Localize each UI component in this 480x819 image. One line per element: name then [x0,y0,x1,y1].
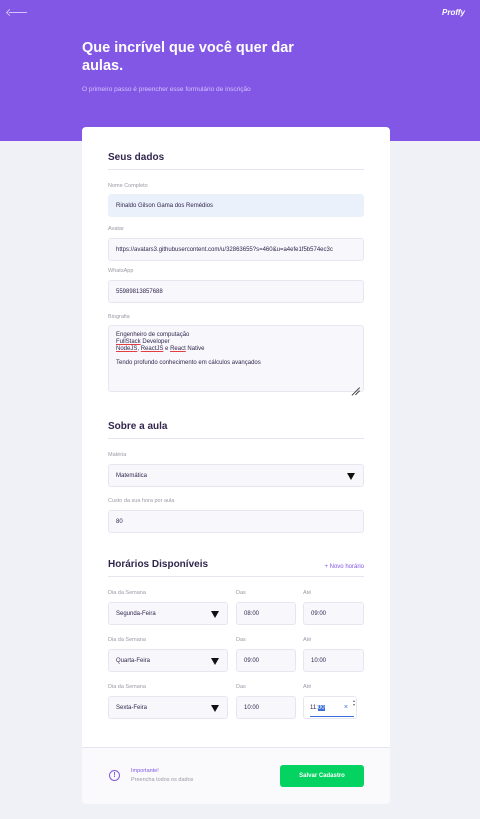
schedule-section: Horários Disponíveis + Novo horário Dia … [108,559,364,719]
day-label: Dia da Semana [108,637,146,643]
dropdown-arrow-icon [211,610,219,618]
dropdown-arrow-icon [211,657,219,665]
bio-word: React [170,346,186,352]
save-button[interactable]: Salvar Cadastro [280,765,364,787]
to-label: Até [303,590,312,596]
bio-line [116,352,356,359]
time-minutes-selected: 00 [317,704,325,711]
from-label: Das [236,637,246,643]
dropdown-arrow-icon [211,704,219,712]
page-subtitle: O primeiro passo é preencher esse formul… [82,86,251,93]
page-header: Proffy Que incrível que você quer dar au… [0,0,480,141]
bio-line: NodeJS, ReactJS e React Native [116,345,356,352]
to-time-input-editing[interactable]: 11: 00 × ▴ ▾ [303,696,357,719]
day-label: Dia da Semana [108,590,146,596]
to-label: Até [303,637,312,643]
bio-word: ReactJS [140,346,164,352]
back-arrow-icon[interactable] [6,8,28,18]
to-time-input[interactable]: 09:00 [303,602,364,625]
bio-word: Native [185,346,205,352]
day-label: Dia da Semana [108,684,146,690]
subject-value: Matemática [116,472,148,479]
bio-label: Biografia [108,314,130,320]
bio-line: Engenheiro de computação [116,332,190,338]
time-hours: 11: [310,704,318,711]
weekday-select[interactable]: Sexta-Feira [108,696,228,719]
resize-handle-icon[interactable] [352,380,360,388]
clear-time-icon[interactable]: × [344,704,348,711]
bio-word: NodeJS [116,346,138,352]
warning-title: Importante! [131,768,159,774]
avatar-input[interactable]: https://avatars3.githubusercontent.com/u… [108,238,364,261]
bio-line: Tendo profundo conhecimento em cálculos … [116,360,261,366]
weekday-value: Quarta-Feira [116,657,151,664]
bio-line: FullStack Developer [116,338,356,345]
registration-form: Seus dados Nome Completo Rinaldo Gilson … [82,127,390,804]
from-label: Das [236,684,246,690]
time-spinner-icon[interactable]: ▴ ▾ [353,699,355,707]
name-label: Nome Completo [108,183,148,189]
brand-logo: Proffy [442,8,465,17]
page-title: Que incrível que você quer dar aulas. [82,40,294,74]
warning-icon: ! [109,770,120,781]
cost-input[interactable]: 80 [108,510,364,533]
weekday-value: Segunda-Feira [116,610,156,617]
warning-text: Preencha todos os dados [131,777,194,783]
whatsapp-label: WhatsApp [108,268,134,274]
weekday-select[interactable]: Segunda-Feira [108,602,228,625]
from-label: Das [236,590,246,596]
to-time-input[interactable]: 10:00 [303,649,364,672]
focus-underline [310,716,354,717]
subject-label: Matéria [108,452,127,458]
form-footer: ! Importante! Preencha todos os dados Sa… [82,747,390,804]
to-label: Até [303,684,312,690]
class-section: Sobre a aula Matéria Matemática Custo da… [108,421,364,533]
avatar-label: Avatar [108,226,124,232]
dropdown-arrow-icon [347,472,355,480]
weekday-value: Sexta-Feira [116,704,148,711]
from-time-input[interactable]: 08:00 [236,602,296,625]
whatsapp-input[interactable]: 55989813857688 [108,280,364,303]
new-schedule-link[interactable]: + Novo horário [324,564,364,570]
personal-section: Seus dados Nome Completo Rinaldo Gilson … [108,152,364,392]
personal-legend: Seus dados [108,152,364,170]
cost-label: Custo da sua hora por aula [108,498,175,504]
weekday-select[interactable]: Quarta-Feira [108,649,228,672]
name-input[interactable]: Rinaldo Gilson Gama dos Remédios [108,194,364,217]
class-legend: Sobre a aula [108,421,364,439]
from-time-input[interactable]: 09:00 [236,649,296,672]
from-time-input[interactable]: 10:00 [236,696,296,719]
bio-textarea[interactable]: Engenheiro de computação FullStack Devel… [108,325,364,392]
subject-select[interactable]: Matemática [108,464,364,487]
